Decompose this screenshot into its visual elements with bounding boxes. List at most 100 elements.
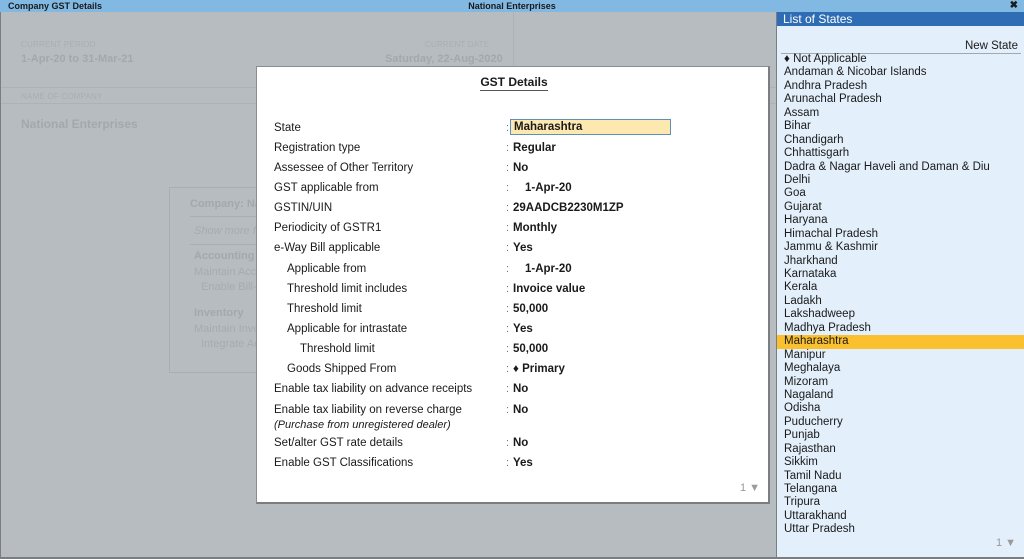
state-list-item[interactable]: Bihar xyxy=(777,120,1024,133)
state-list-item[interactable]: Haryana xyxy=(777,214,1024,227)
field-label: Set/alter GST rate details xyxy=(274,437,403,449)
field-periodicity-gstr1[interactable]: Periodicity of GSTR1 : Monthly xyxy=(257,219,767,239)
field-threshold-limit-includes[interactable]: Threshold limit includes : Invoice value xyxy=(257,280,767,300)
state-list-item[interactable]: Puducherry xyxy=(777,416,1024,429)
current-period-label: CURRENT PERIOD xyxy=(21,40,96,49)
state-list-item[interactable]: Gujarat xyxy=(777,201,1024,214)
colon: : xyxy=(506,222,510,234)
new-state-button[interactable]: New State xyxy=(965,40,1018,52)
field-label: GSTIN/UIN xyxy=(274,202,333,214)
field-gstin[interactable]: GSTIN/UIN : 29AADCB2230M1ZP xyxy=(257,199,767,219)
state-list-item[interactable]: Odisha xyxy=(777,402,1024,415)
field-label: Threshold limit xyxy=(300,343,375,355)
field-value[interactable]: 1-Apr-20 xyxy=(525,182,572,194)
field-value[interactable]: No xyxy=(513,383,528,395)
state-list-item[interactable]: Himachal Pradesh xyxy=(777,228,1024,241)
state-list-item[interactable]: Assam xyxy=(777,107,1024,120)
colon: : xyxy=(506,303,510,315)
field-value[interactable]: Invoice value xyxy=(513,283,585,295)
state-list-item[interactable]: Madhya Pradesh xyxy=(777,322,1024,335)
state-list-item[interactable]: Arunachal Pradesh xyxy=(777,93,1024,106)
state-list-item[interactable]: Goa xyxy=(777,187,1024,200)
field-eway-applicable-from[interactable]: Applicable from : 1-Apr-20 xyxy=(257,260,767,280)
current-date-label: CURRENT DATE xyxy=(425,40,490,49)
close-icon[interactable]: ✖ xyxy=(1010,0,1018,12)
state-input[interactable]: Maharashtra xyxy=(510,119,671,135)
current-period-value: 1-Apr-20 to 31-Mar-21 xyxy=(21,53,134,65)
field-value[interactable]: 50,000 xyxy=(513,303,548,315)
field-assessee-other-territory[interactable]: Assessee of Other Territory : No xyxy=(257,159,767,179)
state-list-item[interactable]: Telangana xyxy=(777,483,1024,496)
state-list-item[interactable]: Jharkhand xyxy=(777,255,1024,268)
field-label: Applicable from xyxy=(287,263,367,275)
field-value[interactable]: 50,000 xyxy=(513,343,548,355)
state-list-item[interactable]: Uttarakhand xyxy=(777,510,1024,523)
inventory-heading: Inventory xyxy=(194,307,244,319)
state-list-item[interactable]: Chandigarh xyxy=(777,134,1024,147)
colon: : xyxy=(506,323,510,335)
field-eway-bill-applicable[interactable]: e-Way Bill applicable : Yes xyxy=(257,239,767,259)
field-value[interactable]: ♦ Primary xyxy=(513,363,565,375)
state-list-item[interactable]: ♦ Not Applicable xyxy=(777,53,1024,66)
field-value[interactable]: No xyxy=(513,437,528,449)
colon: : xyxy=(506,182,510,194)
field-value[interactable]: No xyxy=(513,404,528,416)
state-list-item[interactable]: Andaman & Nicobar Islands xyxy=(777,66,1024,79)
state-list-item[interactable]: Tamil Nadu xyxy=(777,470,1024,483)
state-list-item[interactable]: Kerala xyxy=(777,281,1024,294)
page-indicator[interactable]: 1 ▼ xyxy=(996,537,1016,549)
state-list-item[interactable]: Meghalaya xyxy=(777,362,1024,375)
field-value[interactable]: Yes xyxy=(513,457,533,469)
state-list-item[interactable]: Manipur xyxy=(777,349,1024,362)
field-state[interactable]: State : Maharashtra xyxy=(257,119,767,139)
field-tax-liability-advance[interactable]: Enable tax liability on advance receipts… xyxy=(257,380,767,400)
field-label: Threshold limit xyxy=(287,303,362,315)
state-list-item[interactable]: Maharashtra xyxy=(777,335,1024,349)
field-label: Enable GST Classifications xyxy=(274,457,414,469)
field-label: Periodicity of GSTR1 xyxy=(274,222,382,234)
state-list-item[interactable]: Punjab xyxy=(777,429,1024,442)
field-label: State xyxy=(274,122,301,134)
field-gst-rate-details[interactable]: Set/alter GST rate details : No xyxy=(257,434,767,454)
state-list-item[interactable]: Chhattisgarh xyxy=(777,147,1024,160)
field-gst-applicable-from[interactable]: GST applicable from : 1-Apr-20 xyxy=(257,179,767,199)
state-list-item[interactable]: Dadra & Nagar Haveli and Daman & Diu xyxy=(777,161,1024,174)
field-value[interactable]: Monthly xyxy=(513,222,557,234)
list-of-states-panel: List of States New State ♦ Not Applicabl… xyxy=(776,12,1024,559)
field-goods-shipped-from[interactable]: Goods Shipped From : ♦ Primary xyxy=(257,360,767,380)
field-threshold-limit[interactable]: Threshold limit : 50,000 xyxy=(257,300,767,320)
state-list-item[interactable]: Lakshadweep xyxy=(777,308,1024,321)
field-applicable-intrastate[interactable]: Applicable for intrastate : Yes xyxy=(257,320,767,340)
colon: : xyxy=(506,263,510,275)
state-list-item[interactable]: Karnataka xyxy=(777,268,1024,281)
field-value[interactable]: Yes xyxy=(513,242,533,254)
state-list-item[interactable]: Rajasthan xyxy=(777,443,1024,456)
field-gst-classifications[interactable]: Enable GST Classifications : Yes xyxy=(257,454,767,474)
accounting-heading: Accounting xyxy=(194,250,255,262)
field-label: Applicable for intrastate xyxy=(287,323,408,335)
field-value[interactable]: No xyxy=(513,162,528,174)
state-list-item[interactable]: Delhi xyxy=(777,174,1024,187)
state-list-item[interactable]: Andhra Pradesh xyxy=(777,80,1024,93)
colon: : xyxy=(506,162,510,174)
dialog-title-text: GST Details xyxy=(480,75,548,91)
state-list-item[interactable]: Ladakh xyxy=(777,295,1024,308)
state-list-item[interactable]: Nagaland xyxy=(777,389,1024,402)
field-registration-type[interactable]: Registration type : Regular xyxy=(257,139,767,159)
field-value[interactable]: Yes xyxy=(513,323,533,335)
field-tax-liability-reverse-charge[interactable]: Enable tax liability on reverse charge (… xyxy=(257,401,767,435)
state-list-item[interactable]: Mizoram xyxy=(777,376,1024,389)
field-value[interactable]: Regular xyxy=(513,142,556,154)
field-label: Registration type xyxy=(274,142,361,154)
field-value[interactable]: 1-Apr-20 xyxy=(525,263,572,275)
page-indicator[interactable]: 1 ▼ xyxy=(740,482,760,494)
state-list-item[interactable]: Tripura xyxy=(777,496,1024,509)
field-intrastate-threshold-limit[interactable]: Threshold limit : 50,000 xyxy=(257,340,767,360)
company-name-value: National Enterprises xyxy=(21,117,138,131)
field-value[interactable]: 29AADCB2230M1ZP xyxy=(513,202,624,214)
state-list-item[interactable]: Jammu & Kashmir xyxy=(777,241,1024,254)
title-bar: Company GST Details National Enterprises… xyxy=(0,0,1024,12)
state-list-item[interactable]: Sikkim xyxy=(777,456,1024,469)
state-list[interactable]: ♦ Not Applicable Andaman & Nicobar Island… xyxy=(777,53,1024,537)
state-list-item[interactable]: Uttar Pradesh xyxy=(777,523,1024,536)
